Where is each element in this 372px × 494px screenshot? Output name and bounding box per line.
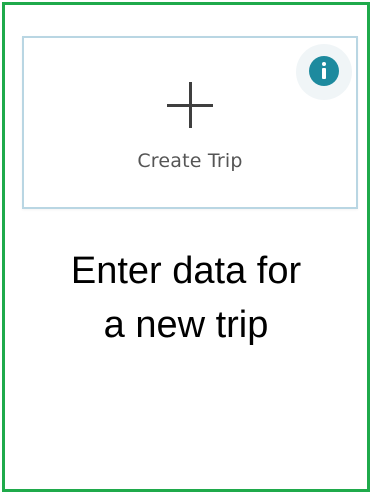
info-icon[interactable] [309, 56, 339, 86]
plus-icon [167, 82, 213, 128]
caption-line-1: Enter data for [70, 250, 302, 292]
caption-text: Enter data for a new trip [2, 244, 370, 352]
create-trip-label: Create Trip [137, 150, 243, 172]
caption-line-2: a new trip [103, 304, 269, 346]
